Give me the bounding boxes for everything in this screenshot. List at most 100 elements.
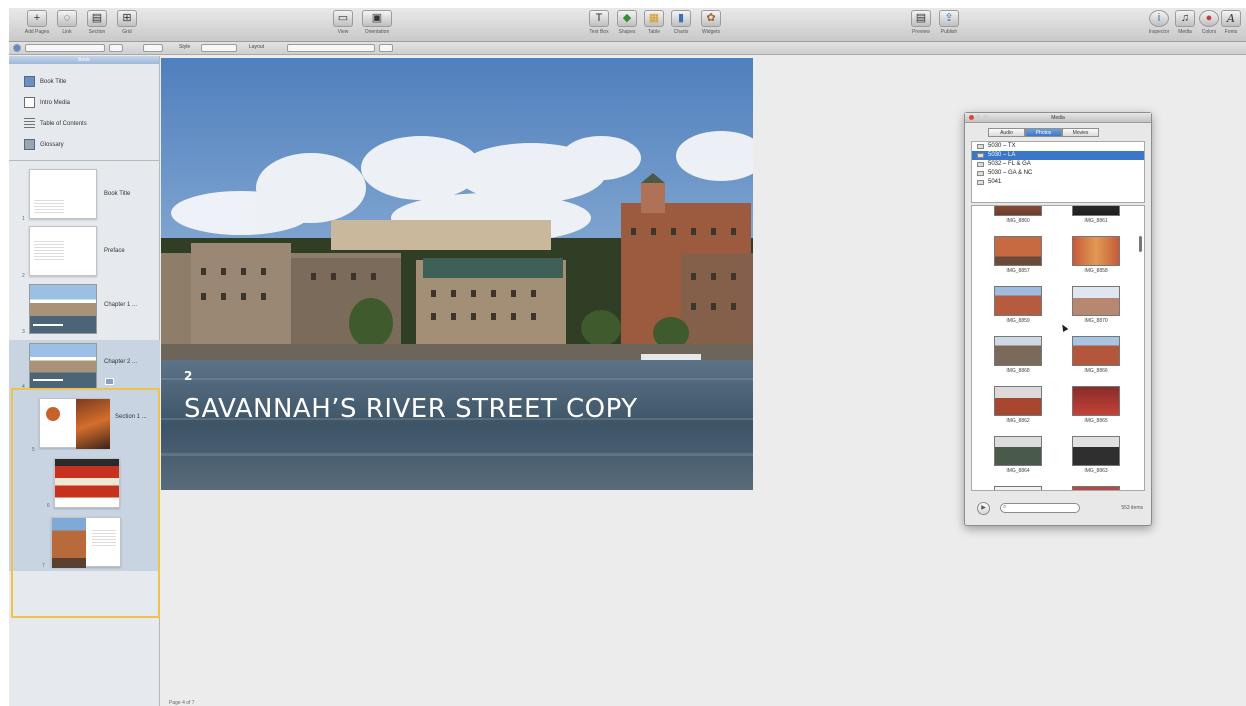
media-titlebar: Media: [965, 113, 1151, 123]
shapes-icon: ◆: [617, 10, 637, 27]
album-item[interactable]: 5030 – GA & NC: [972, 169, 1144, 178]
view-button[interactable]: ▭ View: [325, 10, 361, 35]
sidebar-item-book-title[interactable]: Book Title: [24, 76, 66, 87]
layout-stepper[interactable]: [379, 44, 393, 52]
item-count: 553 items: [1121, 505, 1143, 511]
page-thumbnail-3[interactable]: 3 Chapter 1 ...: [9, 284, 160, 339]
savannah-river-street-photo: [161, 58, 753, 490]
play-icon: ▶: [981, 505, 986, 511]
fonts-button[interactable]: A Fonts: [1213, 10, 1246, 35]
album-item[interactable]: 5032 – FL & GA: [972, 160, 1144, 169]
photo-thumbnail[interactable]: IMG_8865: [1072, 386, 1120, 424]
photo-thumbnail[interactable]: IMG_8860: [994, 206, 1042, 224]
page-preview: [29, 169, 97, 219]
toolbar: + Add Pages ◌ Link ▤ Section ⊞ Grid ▭ View ▣ O…: [9, 8, 1246, 42]
layout-label: Layout: [249, 44, 265, 50]
sidebar-item-toc[interactable]: Table of Contents: [24, 118, 87, 129]
style-dropdown-icon[interactable]: [13, 44, 21, 52]
photo-thumbnail[interactable]: IMG_8868: [994, 336, 1042, 374]
align-field[interactable]: [143, 44, 163, 52]
selection-highlight: [11, 388, 160, 618]
glossary-icon: [24, 139, 35, 150]
page-preview: [29, 343, 97, 389]
orientation-icon: ▣: [362, 10, 392, 27]
media-footer: ▶ ⌕ 553 items: [965, 491, 1151, 525]
widgets-button[interactable]: ✿ Widgets: [693, 10, 729, 35]
format-bar: Style Layout: [9, 42, 1246, 55]
media-panel-title: Media: [1051, 115, 1065, 121]
photo-thumbnail[interactable]: IMG_8864: [994, 436, 1042, 474]
photo-thumbnail[interactable]: IMG_8866: [1072, 336, 1120, 374]
plus-icon: +: [27, 10, 47, 27]
sidebar-item-label: Book Title: [40, 78, 67, 85]
sidebar-divider: [9, 160, 160, 161]
photo-thumbnail[interactable]: IMG_8862: [994, 386, 1042, 424]
photo-thumbnail[interactable]: IMG_8861: [1072, 206, 1120, 224]
photo-thumbnail[interactable]: IMG_8858: [1072, 236, 1120, 274]
page-thumbnail-4[interactable]: 4 Chapter 2 ...: [9, 340, 160, 395]
view-icon: ▭: [333, 10, 353, 27]
book-title-icon: [24, 76, 35, 87]
tab-audio[interactable]: Audio: [988, 128, 1025, 137]
size-field[interactable]: [109, 44, 123, 52]
sidebar-header: Book: [9, 56, 159, 64]
link-icon: ◌: [57, 10, 77, 27]
media-search-input[interactable]: [1000, 503, 1080, 513]
status-bar-text: Page 4 of 7: [169, 700, 195, 706]
publish-icon: ⇪: [939, 10, 959, 27]
orientation-button[interactable]: ▣ Orientation: [359, 10, 395, 35]
sidebar-item-label: Glossary: [40, 141, 64, 148]
chapter-number[interactable]: 2: [184, 369, 192, 383]
page-preview: [29, 226, 97, 276]
toc-icon: [24, 118, 35, 129]
grid-icon: ⊞: [117, 10, 137, 27]
intro-media-icon: [24, 97, 35, 108]
preview-icon: ▤: [911, 10, 931, 27]
media-tabs: Audio Photos Movies: [988, 128, 1099, 137]
sidebar-item-label: Table of Contents: [40, 120, 87, 127]
page-thumbnail-1[interactable]: 1 Book Title: [9, 166, 160, 226]
album-item[interactable]: 5030 – LA: [972, 151, 1144, 160]
sidebar-item-label: Intro Media: [40, 99, 71, 106]
chapter-title-slide[interactable]: 2 SAVANNAH’S RIVER STREET COPY: [161, 58, 753, 490]
photo-thumbnail[interactable]: IMG_8863: [1072, 436, 1120, 474]
paragraph-style-field[interactable]: [25, 44, 105, 52]
page-thumbnail-2[interactable]: 2 Preface: [9, 226, 160, 284]
page-thumbnails-sidebar: Book Book Title Intro Media Table of Con…: [9, 56, 160, 706]
publish-button[interactable]: ⇪ Publish: [931, 10, 967, 35]
page-badge: [105, 378, 114, 385]
textbox-icon: T: [589, 10, 609, 27]
widgets-icon: ✿: [701, 10, 721, 27]
tab-movies[interactable]: Movies: [1062, 128, 1099, 137]
album-icon: [977, 162, 984, 167]
tab-photos[interactable]: Photos: [1025, 128, 1062, 137]
photo-thumbnail[interactable]: IMG_8870: [1072, 286, 1120, 324]
style-field[interactable]: [201, 44, 237, 52]
album-icon: [977, 144, 984, 149]
fonts-icon: A: [1221, 10, 1241, 27]
play-button[interactable]: ▶: [977, 502, 990, 515]
table-icon: ▦: [644, 10, 664, 27]
sidebar-item-intro-media[interactable]: Intro Media: [24, 97, 70, 108]
photo-grid: IMG_8860 IMG_8861 IMG_8857 IMG_8858 IMG_…: [971, 205, 1145, 491]
chart-icon: ▮: [671, 10, 691, 27]
search-icon: ⌕: [1003, 504, 1007, 510]
photo-thumbnail[interactable]: IMG_8857: [994, 236, 1042, 274]
album-icon: [977, 171, 984, 176]
album-item[interactable]: 5030 – TX: [972, 142, 1144, 151]
inspector-icon: i: [1149, 10, 1169, 27]
grid-button[interactable]: ⊞ Grid: [109, 10, 145, 35]
album-item[interactable]: 5041: [972, 178, 1144, 187]
pages-app-window: + Add Pages ◌ Link ▤ Section ⊞ Grid ▭ View ▣ O…: [9, 8, 1246, 706]
page-preview: [29, 284, 97, 334]
photo-grid-scrollbar[interactable]: [1139, 236, 1142, 252]
style-label: Style: [179, 44, 191, 50]
album-icon: [977, 153, 984, 158]
section-icon: ▤: [87, 10, 107, 27]
album-icon: [977, 180, 984, 185]
photo-thumbnail[interactable]: IMG_8859: [994, 286, 1042, 324]
chapter-title[interactable]: SAVANNAH’S RIVER STREET COPY: [184, 394, 638, 424]
media-browser-panel: Media Audio Photos Movies 5030 – TX 5030…: [964, 112, 1152, 526]
sidebar-item-glossary[interactable]: Glossary: [24, 139, 64, 150]
layout-field[interactable]: [287, 44, 375, 52]
